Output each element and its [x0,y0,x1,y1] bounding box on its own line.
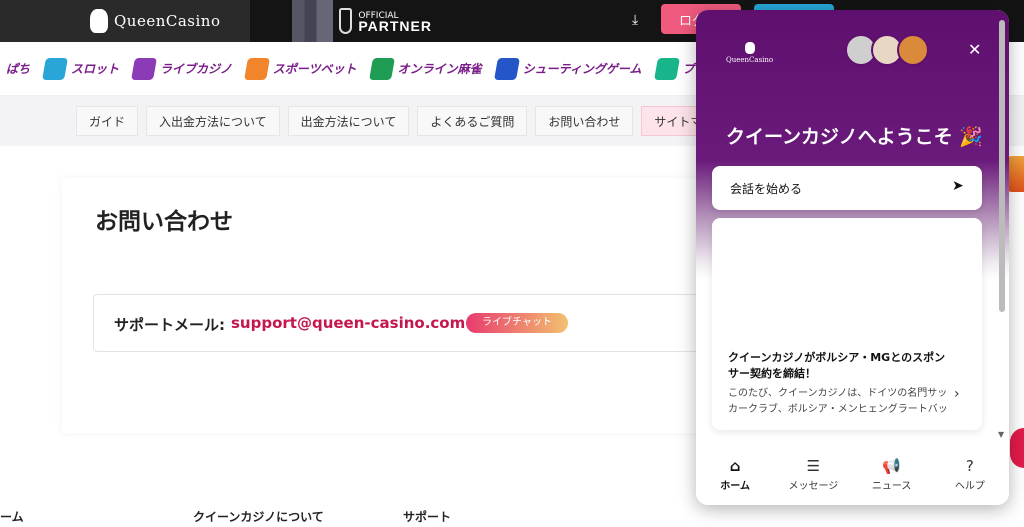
category-4[interactable]: オンライン麻雀 [365,42,490,95]
footer-heading-about: クイーンカジノについて [193,510,324,524]
widget-logo: QueenCasino [726,42,773,64]
chevron-right-icon: › [954,386,960,402]
category-icon [493,57,520,80]
home-icon: ⌂ [729,457,741,475]
widget-tab-2[interactable]: 📢 ニュース [853,445,931,505]
help-icon: ? [965,457,974,475]
widget-tab-label: ニュース [871,481,912,492]
page-title: お問い合わせ [95,209,233,235]
widget-tab-label: メッセージ [788,481,839,492]
chat-widget: QueenCasino ✕ クイーンカジノへようこそ 🎉 会話を始める ➤ クイ… [696,10,1009,505]
partner-banner[interactable]: OFFICIAL PARTNER [292,0,432,42]
widget-welcome: クイーンカジノへようこそ 🎉 [726,126,983,148]
category-label: スポーツベット [272,62,357,76]
news-body: このたび、クイーンカジノは、ドイツの名門サッカークラブ、ボルシア・メンヒェングラ… [728,388,948,415]
category-5[interactable]: シューティングゲーム [490,42,650,95]
start-conversation-label: 会話を始める [730,182,803,196]
widget-tab-label: ヘルプ [954,481,985,492]
scroll-down-icon[interactable]: ▼ [998,430,1004,439]
footer-heading-support: サポート [403,510,452,524]
close-icon[interactable]: ✕ [968,40,981,59]
category-0[interactable]: ぱち [0,42,38,95]
subnav-item-0[interactable]: ガイド [76,106,139,136]
subnav-item-3[interactable]: よくあるご質問 [417,106,528,136]
news-card[interactable]: クイーンカジノがボルシア・MGとのスポンサー契約を締結！ このたび、クイーンカジ… [712,218,982,430]
chat-launcher-edge[interactable] [1010,428,1024,468]
queen-logo-icon [744,42,755,54]
category-1[interactable]: スロット [38,42,127,95]
club-crest-icon [338,8,353,34]
widget-tab-label: ホーム [720,481,750,492]
category-icon [131,57,157,80]
players-image [292,0,333,42]
category-icon [42,57,68,80]
avatar [897,34,929,66]
widget-tab-1[interactable]: ☰ メッセージ [774,445,852,505]
news-title: クイーンカジノがボルシア・MGとのスポンサー契約を締結！ [728,351,946,380]
brand-name: QueenCasino [114,12,221,30]
widget-scrollbar[interactable] [999,20,1005,312]
partner-text: OFFICIAL PARTNER [358,11,432,34]
category-label: ライブカジノ [160,62,232,76]
footer-heading-games: ーム [0,510,24,524]
widget-tab-3[interactable]: ? ヘルプ [931,445,1009,505]
widget-tab-0[interactable]: ⌂ ホーム [696,445,774,505]
start-conversation-button[interactable]: 会話を始める ➤ [712,166,982,210]
agent-avatars [845,34,929,66]
category-label: スロット [71,62,120,76]
widget-tabs: ⌂ ホーム ☰ メッセージ 📢 ニュース? ヘルプ [696,445,1009,505]
category-3[interactable]: スポーツベット [240,42,365,95]
live-chat-button[interactable]: ライブチャット [466,313,568,333]
category-label: ぱち [6,62,31,76]
download-icon[interactable]: ⤓ [632,12,638,28]
megaphone-icon: 📢 [882,457,901,475]
category-icon [368,57,395,80]
category-2[interactable]: ライブカジノ [127,42,240,95]
queen-logo-icon [90,9,108,33]
support-box: サポートメール: support@queen-casino.com ライブチャッ… [93,294,733,352]
partner-big: PARTNER [358,18,432,34]
subnav-item-1[interactable]: 入出金方法について [146,106,280,136]
send-icon: ➤ [952,178,964,194]
widget-logo-text: QueenCasino [726,56,774,64]
category-icon [653,57,680,80]
support-label: サポートメール: [114,316,225,334]
subnav-item-4[interactable]: お問い合わせ [535,106,634,136]
subnav-item-2[interactable]: 出金方法について [287,106,410,136]
support-email-link[interactable]: support@queen-casino.com [231,314,465,332]
category-label: シューティングゲーム [522,62,642,76]
category-icon [243,57,270,80]
category-label: オンライン麻雀 [397,62,482,76]
brand-logo[interactable]: QueenCasino [0,0,250,42]
message-icon: ☰ [806,457,821,475]
